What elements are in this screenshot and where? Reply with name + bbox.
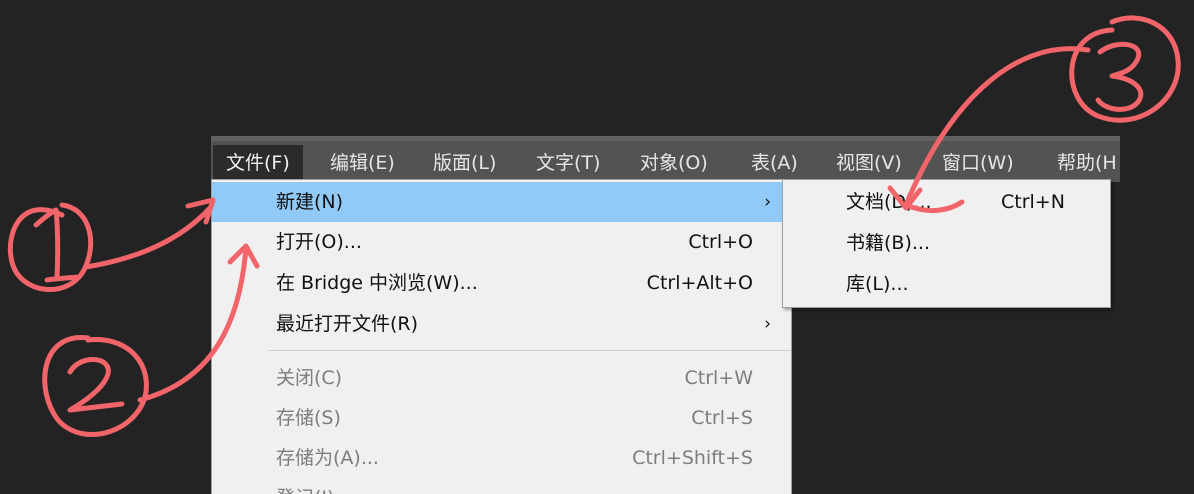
annotation-arrow-1-icon [83, 197, 216, 270]
submenu-item-document[interactable]: 文档(D)... Ctrl+N [783, 182, 1110, 222]
menu-bar: 文件(F) 编辑(E) 版面(L) 文字(T) 对象(O) 表(A) 视图(V)… [211, 136, 1120, 182]
menu-object[interactable]: 对象(O) [627, 145, 721, 182]
menu-item-save-as[interactable]: 存储为(A)... Ctrl+Shift+S [212, 438, 791, 478]
menu-item-label: 文档(D)... [846, 191, 932, 213]
menu-layout[interactable]: 版面(L) [420, 145, 509, 182]
menu-table[interactable]: 表(A) [738, 145, 811, 182]
menu-item-label: 登记(I) [276, 478, 334, 494]
menu-item-label: 新建(N) [276, 191, 344, 213]
menu-item-browse-bridge[interactable]: 在 Bridge 中浏览(W)... Ctrl+Alt+O [212, 263, 791, 303]
menu-item-shortcut: Ctrl+Alt+O [646, 272, 753, 294]
submenu-arrow-icon: › [764, 192, 771, 212]
menu-item-label: 库(L)... [846, 273, 909, 295]
submenu-item-book[interactable]: 书籍(B)... [783, 223, 1110, 263]
menu-view[interactable]: 视图(V) [823, 145, 915, 182]
menu-window[interactable]: 窗口(W) [929, 145, 1027, 182]
annotation-circled-3-icon [1069, 15, 1181, 123]
new-submenu: 文档(D)... Ctrl+N 书籍(B)... 库(L)... [782, 179, 1111, 308]
menu-item-shortcut: Ctrl+W [684, 367, 753, 389]
annotation-circled-2-icon [42, 335, 149, 438]
menu-item-label: 关闭(C) [276, 367, 343, 389]
menu-type[interactable]: 文字(T) [523, 145, 613, 182]
menu-item-save[interactable]: 存储(S) Ctrl+S [212, 398, 791, 438]
menu-item-shortcut: Ctrl+Shift+S [632, 447, 753, 469]
menu-item-new[interactable]: 新建(N) › [212, 182, 791, 222]
menu-item-label: 最近打开文件(R) [276, 313, 419, 335]
menu-item-shortcut: Ctrl+O [688, 231, 753, 253]
menu-item-check-in[interactable]: 登记(I) [212, 478, 791, 494]
submenu-item-library[interactable]: 库(L)... [783, 264, 1110, 304]
menu-item-open-recent[interactable]: 最近打开文件(R) › [212, 304, 791, 344]
file-menu-dropdown: 新建(N) › 打开(O)... Ctrl+O 在 Bridge 中浏览(W).… [211, 179, 792, 494]
menu-edit[interactable]: 编辑(E) [317, 145, 408, 182]
annotation-circled-1-icon [7, 202, 94, 293]
menu-item-shortcut: Ctrl+N [1001, 191, 1065, 213]
menu-item-label: 书籍(B)... [846, 232, 930, 254]
menu-item-shortcut: Ctrl+S [691, 407, 753, 429]
menu-item-open[interactable]: 打开(O)... Ctrl+O [212, 222, 791, 262]
menu-bar-top-strip [211, 136, 1120, 141]
menu-item-label: 在 Bridge 中浏览(W)... [276, 272, 478, 294]
menu-item-label: 存储(S) [276, 407, 341, 429]
menu-separator [268, 350, 791, 351]
menu-item-label: 存储为(A)... [276, 447, 379, 469]
submenu-arrow-icon: › [764, 314, 771, 334]
menu-item-label: 打开(O)... [276, 231, 362, 253]
menu-item-close[interactable]: 关闭(C) Ctrl+W [212, 358, 791, 398]
menu-help[interactable]: 帮助(H [1044, 145, 1130, 182]
menu-file[interactable]: 文件(F) [213, 145, 303, 182]
